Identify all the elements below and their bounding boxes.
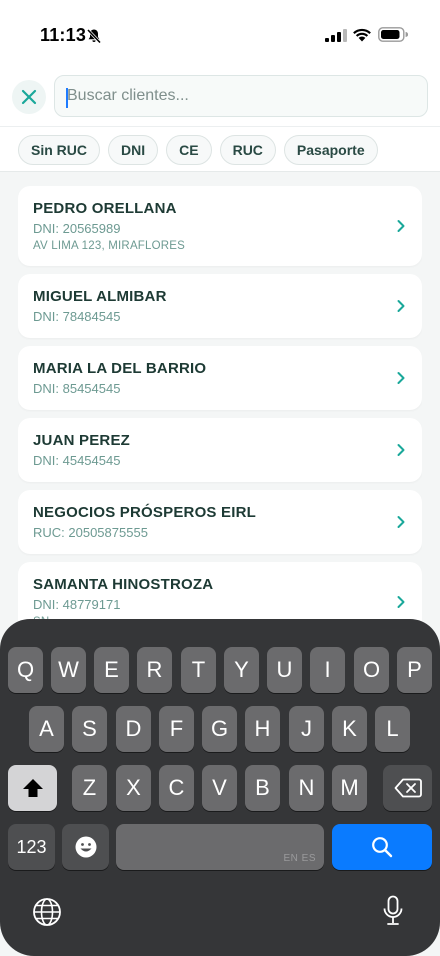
search-icon [372, 837, 393, 858]
client-document: DNI: 48779171 [33, 597, 121, 612]
cellular-signal-icon [325, 29, 347, 42]
filter-chip-sin-ruc[interactable]: Sin RUC [18, 135, 100, 165]
filter-chip-ce[interactable]: CE [166, 135, 212, 165]
search-key[interactable] [332, 824, 432, 870]
key-b[interactable]: B [245, 765, 280, 811]
bell-muted-icon [86, 28, 102, 44]
key-r[interactable]: R [137, 647, 172, 693]
client-name: PEDRO ORELLANA [33, 200, 177, 217]
client-document: DNI: 20565989 [33, 221, 121, 236]
chevron-right-icon [397, 596, 405, 608]
key-d[interactable]: D [116, 706, 151, 752]
globe-icon[interactable] [32, 897, 62, 927]
key-p[interactable]: P [397, 647, 432, 693]
client-name: JUAN PEREZ [33, 432, 131, 449]
key-i[interactable]: I [310, 647, 345, 693]
key-f[interactable]: F [159, 706, 194, 752]
chevron-right-icon [397, 444, 405, 456]
shift-icon [22, 779, 43, 797]
backspace-key[interactable] [383, 765, 432, 811]
key-q[interactable]: Q [8, 647, 43, 693]
client-card[interactable]: JUAN PEREZ DNI: 45454545 [18, 418, 422, 482]
key-o[interactable]: O [354, 647, 389, 693]
client-card[interactable]: PEDRO ORELLANA DNI: 20565989 AV LIMA 123… [18, 186, 422, 266]
battery-icon [378, 27, 408, 42]
backspace-icon [394, 778, 422, 798]
client-document: DNI: 78484545 [33, 309, 121, 324]
key-l[interactable]: L [375, 706, 410, 752]
client-document: RUC: 20505875555 [33, 525, 148, 540]
key-v[interactable]: V [202, 765, 237, 811]
key-a[interactable]: A [29, 706, 64, 752]
client-name: NEGOCIOS PRÓSPEROS EIRL [33, 504, 256, 521]
filter-chip-dni[interactable]: DNI [108, 135, 159, 165]
client-address: AV LIMA 123, MIRAFLORES [33, 240, 186, 252]
key-z[interactable]: Z [72, 765, 107, 811]
client-card[interactable]: NEGOCIOS PRÓSPEROS EIRL RUC: 20505875555 [18, 490, 422, 554]
space-key[interactable]: EN ES [116, 824, 324, 870]
filter-chip-ruc[interactable]: RUC [219, 135, 276, 165]
chevron-right-icon [397, 372, 405, 384]
key-y[interactable]: Y [224, 647, 259, 693]
key-n[interactable]: N [289, 765, 324, 811]
client-name: MARIA LA DEL BARRIO [33, 360, 207, 377]
client-document: DNI: 85454545 [33, 381, 121, 396]
key-x[interactable]: X [116, 765, 151, 811]
key-s[interactable]: S [72, 706, 107, 752]
text-cursor [66, 88, 68, 108]
emoji-icon [75, 836, 96, 858]
key-g[interactable]: G [202, 706, 237, 752]
client-card[interactable]: MARIA LA DEL BARRIO DNI: 85454545 [18, 346, 422, 410]
client-name: MIGUEL ALMIBAR [33, 288, 167, 305]
client-card[interactable]: SAMANTA HINOSTROZA DNI: 48779171 SN [18, 562, 422, 626]
key-e[interactable]: E [94, 647, 129, 693]
key-w[interactable]: W [51, 647, 86, 693]
chevron-right-icon [397, 300, 405, 312]
search-input[interactable] [54, 75, 428, 117]
status-time: 11:13 [40, 25, 87, 45]
close-icon [21, 89, 37, 105]
filter-chip-pasaporte[interactable]: Pasaporte [283, 135, 378, 165]
close-button[interactable] [12, 80, 46, 114]
microphone-icon[interactable] [382, 895, 404, 927]
filter-bar: Sin RUC DNI CE RUC Pasaporte [0, 126, 440, 172]
client-name: SAMANTA HINOSTROZA [33, 576, 214, 593]
key-j[interactable]: J [289, 706, 324, 752]
client-card[interactable]: MIGUEL ALMIBAR DNI: 78484545 [18, 274, 422, 338]
client-document: DNI: 45454545 [33, 453, 121, 468]
key-m[interactable]: M [332, 765, 367, 811]
keyboard: Q W E R T Y U I O P A S D F G H J K L Z … [0, 619, 440, 956]
key-u[interactable]: U [267, 647, 302, 693]
client-list: PEDRO ORELLANA DNI: 20565989 AV LIMA 123… [18, 186, 422, 626]
key-k[interactable]: K [332, 706, 367, 752]
key-c[interactable]: C [159, 765, 194, 811]
key-h[interactable]: H [245, 706, 280, 752]
key-t[interactable]: T [181, 647, 216, 693]
chevron-right-icon [397, 220, 405, 232]
emoji-key[interactable] [62, 824, 109, 870]
space-language-label: EN ES [283, 853, 316, 864]
chevron-right-icon [397, 516, 405, 528]
status-bar: 11:13 [0, 0, 440, 70]
shift-key[interactable] [8, 765, 57, 811]
wifi-icon [353, 28, 371, 42]
numbers-key[interactable]: 123 [8, 824, 55, 870]
